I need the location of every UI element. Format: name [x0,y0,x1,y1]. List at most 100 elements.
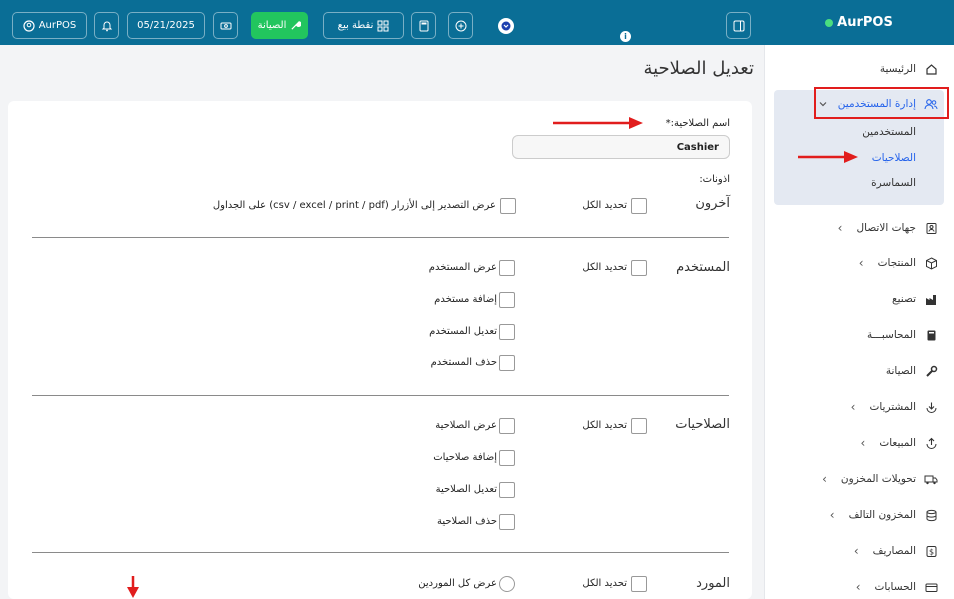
sidebar: الرئيسية إدارة المستخدمين المستخدمين الص… [764,45,954,599]
maintenance-label: الصيانة [257,20,287,31]
sidebar-sub-item-roles[interactable]: الصلاحيات [872,148,916,168]
sidebar-item-accounting[interactable]: المحاسبـــة [764,323,954,347]
money-icon [220,20,232,32]
upload-circle-icon [924,436,938,450]
sidebar-item-contacts[interactable]: ‹ جهات الاتصال [764,216,954,240]
export-buttons-checkbox[interactable] [500,198,516,214]
section-divider [32,237,729,238]
annotation-arrow-down [127,576,139,598]
view-role-label: عرض الصلاحية [435,420,497,431]
select-all-supplier-checkbox[interactable] [631,576,647,592]
select-all-label: تحديد الكل [582,578,627,589]
sidebar-item-label: المحاسبـــة [867,329,916,341]
add-role-label: إضافة صلاحيات [433,452,497,463]
sidebar-item-label: الرئيسية [879,63,916,75]
role-name-label: اسم الصلاحية:* [665,118,730,129]
bell-icon [101,20,113,32]
select-all-others-checkbox[interactable] [631,198,647,214]
user-circle-icon [23,19,35,32]
factory-icon [924,292,938,306]
sidebar-item-label: المبيعات [879,437,916,449]
view-role-checkbox[interactable] [499,418,515,434]
sidebar-item-maintenance[interactable]: الصيانة [764,359,954,383]
sidebar-item-expenses[interactable]: ‹ المصاريف $ [764,539,954,563]
sidebar-item-label: المشتريات [869,401,916,413]
edit-user-checkbox[interactable] [499,324,515,340]
home-icon [924,62,938,76]
date-text: 05/21/2025 [137,20,195,31]
sidebar-sub-item-label: الصلاحيات [871,152,916,164]
sidebar-item-products[interactable]: ‹ المنتجات [764,251,954,275]
sidebar-item-label: جهات الاتصال [856,222,916,234]
chevron-down-icon [501,21,511,31]
database-icon [924,508,938,522]
maintenance-button[interactable]: الصيانة [251,12,308,39]
highlight-box [814,87,949,119]
view-all-suppliers-radio[interactable] [499,576,515,592]
book-icon [924,328,938,342]
cash-register-button[interactable] [213,12,238,39]
sidebar-item-label: المنتجات [877,257,916,269]
section-title-others: آخرون [695,196,730,211]
view-user-checkbox[interactable] [499,260,515,276]
sidebar-item-manufacturing[interactable]: تصنيع [764,287,954,311]
svg-text:$: $ [928,547,933,556]
delete-user-label: حذف المستخدم [430,357,497,368]
edit-user-label: تعديل المستخدم [429,326,497,337]
notifications-button[interactable] [94,12,119,39]
select-all-roles-checkbox[interactable] [631,418,647,434]
calculator-icon [418,20,430,32]
add-button[interactable] [448,12,473,39]
sidebar-item-label: المخزون التالف [848,509,916,521]
chevron-left-icon: ‹ [829,508,835,522]
delete-role-label: حذف الصلاحية [437,516,497,527]
pos-label: نقطة بيع [337,20,374,31]
calculator-button[interactable] [411,12,436,39]
page-title: تعديل الصلاحية [643,58,754,79]
sidebar-item-label: تصنيع [892,293,916,305]
sidebar-sub-item-label: المستخدمين [862,126,916,138]
section-divider [32,395,729,396]
brand-logo[interactable]: AurPOS [764,0,954,45]
section-title-user: المستخدم [676,260,730,275]
brand-name: AurPOS [837,15,893,30]
box-icon [924,256,938,270]
sidebar-item-purchases[interactable]: ‹ المشتريات [764,395,954,419]
sidebar-item-home[interactable]: الرئيسية [764,57,954,81]
add-user-label: إضافة مستخدم [434,294,497,305]
annotation-arrow-right [798,151,858,163]
delete-user-checkbox[interactable] [499,355,515,371]
sidebar-toggle-button[interactable] [726,12,751,39]
sidebar-sub-item-agents[interactable]: السماسرة [871,173,916,193]
user-label: AurPOS [38,20,77,31]
info-icon[interactable]: i [620,31,631,42]
select-all-label: تحديد الكل [582,420,627,431]
add-user-checkbox[interactable] [499,292,515,308]
sidebar-item-accounts[interactable]: ‹ الحسابات [764,575,954,599]
brand-dot-icon [825,18,834,27]
edit-role-checkbox[interactable] [499,482,515,498]
sidebar-item-damaged-stock[interactable]: ‹ المخزون التالف [764,503,954,527]
edit-role-form [8,101,752,599]
sidebar-toggle-icon [733,20,745,32]
view-user-label: عرض المستخدم [428,262,497,273]
role-name-value: Cashier [676,141,719,153]
select-all-user-checkbox[interactable] [631,260,647,276]
sidebar-item-label: المصاريف [872,545,916,557]
role-name-input[interactable]: Cashier [512,135,730,159]
sidebar-sub-item-users[interactable]: المستخدمين [862,122,916,142]
date-display[interactable]: 05/21/2025 [127,12,205,39]
user-menu-button[interactable]: AurPOS [12,12,87,39]
language-toggle[interactable] [498,18,514,34]
chevron-left-icon: ‹ [855,580,861,594]
sidebar-item-stock-transfers[interactable]: ‹ تحويلات المخزون [764,467,954,491]
add-role-checkbox[interactable] [499,450,515,466]
sidebar-item-sales[interactable]: ‹ المبيعات [764,431,954,455]
export-buttons-label: عرض التصدير إلى الأزرار (csv / excel / p… [212,200,496,211]
pos-button[interactable]: نقطة بيع [323,12,404,39]
section-title-supplier: المورد [696,576,730,591]
truck-icon [924,472,938,486]
delete-role-checkbox[interactable] [499,514,515,530]
section-divider [32,552,729,553]
sidebar-item-label: الصيانة [885,365,916,377]
